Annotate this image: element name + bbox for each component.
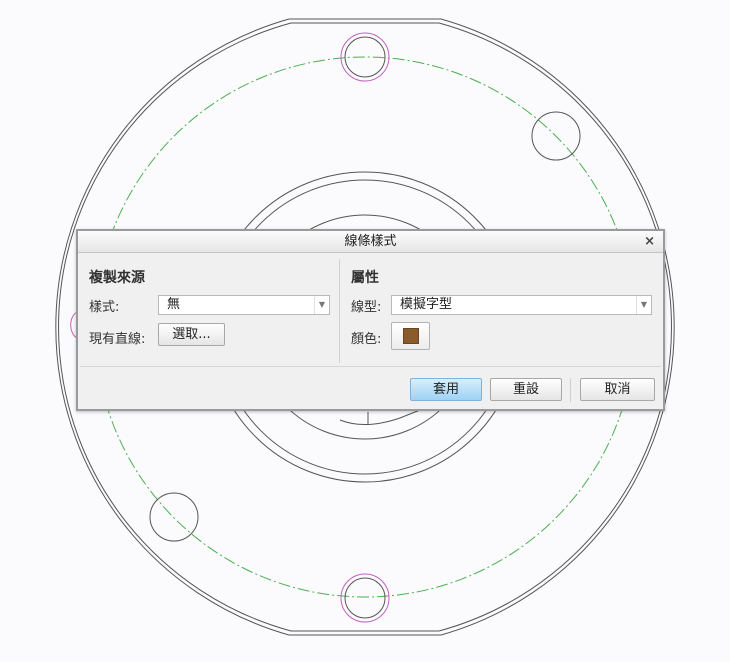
bolt-hole-bottom-highlight bbox=[340, 573, 390, 623]
bolt-hole-lower-left bbox=[149, 492, 199, 542]
chevron-down-icon: ▼ bbox=[314, 296, 329, 314]
style-select[interactable]: 無 ▼ bbox=[158, 295, 330, 315]
line-type-select[interactable]: 模擬字型 ▼ bbox=[391, 295, 652, 315]
button-separator bbox=[570, 378, 571, 402]
footer-divider bbox=[80, 366, 661, 367]
select-line-button[interactable]: 選取... bbox=[158, 323, 225, 346]
bolt-hole-bottom bbox=[344, 577, 386, 619]
keyway bbox=[339, 409, 421, 425]
color-label: 顏色: bbox=[351, 332, 382, 347]
color-picker-button[interactable] bbox=[391, 322, 430, 350]
cancel-button[interactable]: 取消 bbox=[580, 378, 655, 401]
copy-source-heading: 複製來源 bbox=[89, 270, 145, 286]
line-type-label: 線型: bbox=[351, 300, 382, 315]
line-type-select-value: 模擬字型 bbox=[400, 297, 453, 312]
line-style-dialog: 線條樣式 × 複製來源 樣式: 無 ▼ 現有直線: 選取... 屬性 線型: 模… bbox=[76, 229, 665, 411]
copy-source-panel: 複製來源 樣式: 無 ▼ 現有直線: 選取... bbox=[78, 253, 338, 365]
color-swatch bbox=[403, 328, 419, 344]
existing-line-label: 現有直線: bbox=[89, 332, 146, 347]
dialog-titlebar[interactable]: 線條樣式 × bbox=[78, 231, 663, 253]
style-select-value: 無 bbox=[167, 297, 181, 312]
reset-button[interactable]: 重設 bbox=[490, 378, 562, 401]
attributes-panel: 屬性 線型: 模擬字型 ▼ 顏色: bbox=[340, 253, 663, 365]
dialog-title: 線條樣式 bbox=[344, 234, 397, 249]
attributes-heading: 屬性 bbox=[351, 270, 379, 286]
apply-button[interactable]: 套用 bbox=[410, 378, 482, 401]
close-icon[interactable]: × bbox=[644, 231, 655, 252]
style-label: 樣式: bbox=[89, 300, 120, 315]
chevron-down-icon: ▼ bbox=[636, 296, 651, 314]
